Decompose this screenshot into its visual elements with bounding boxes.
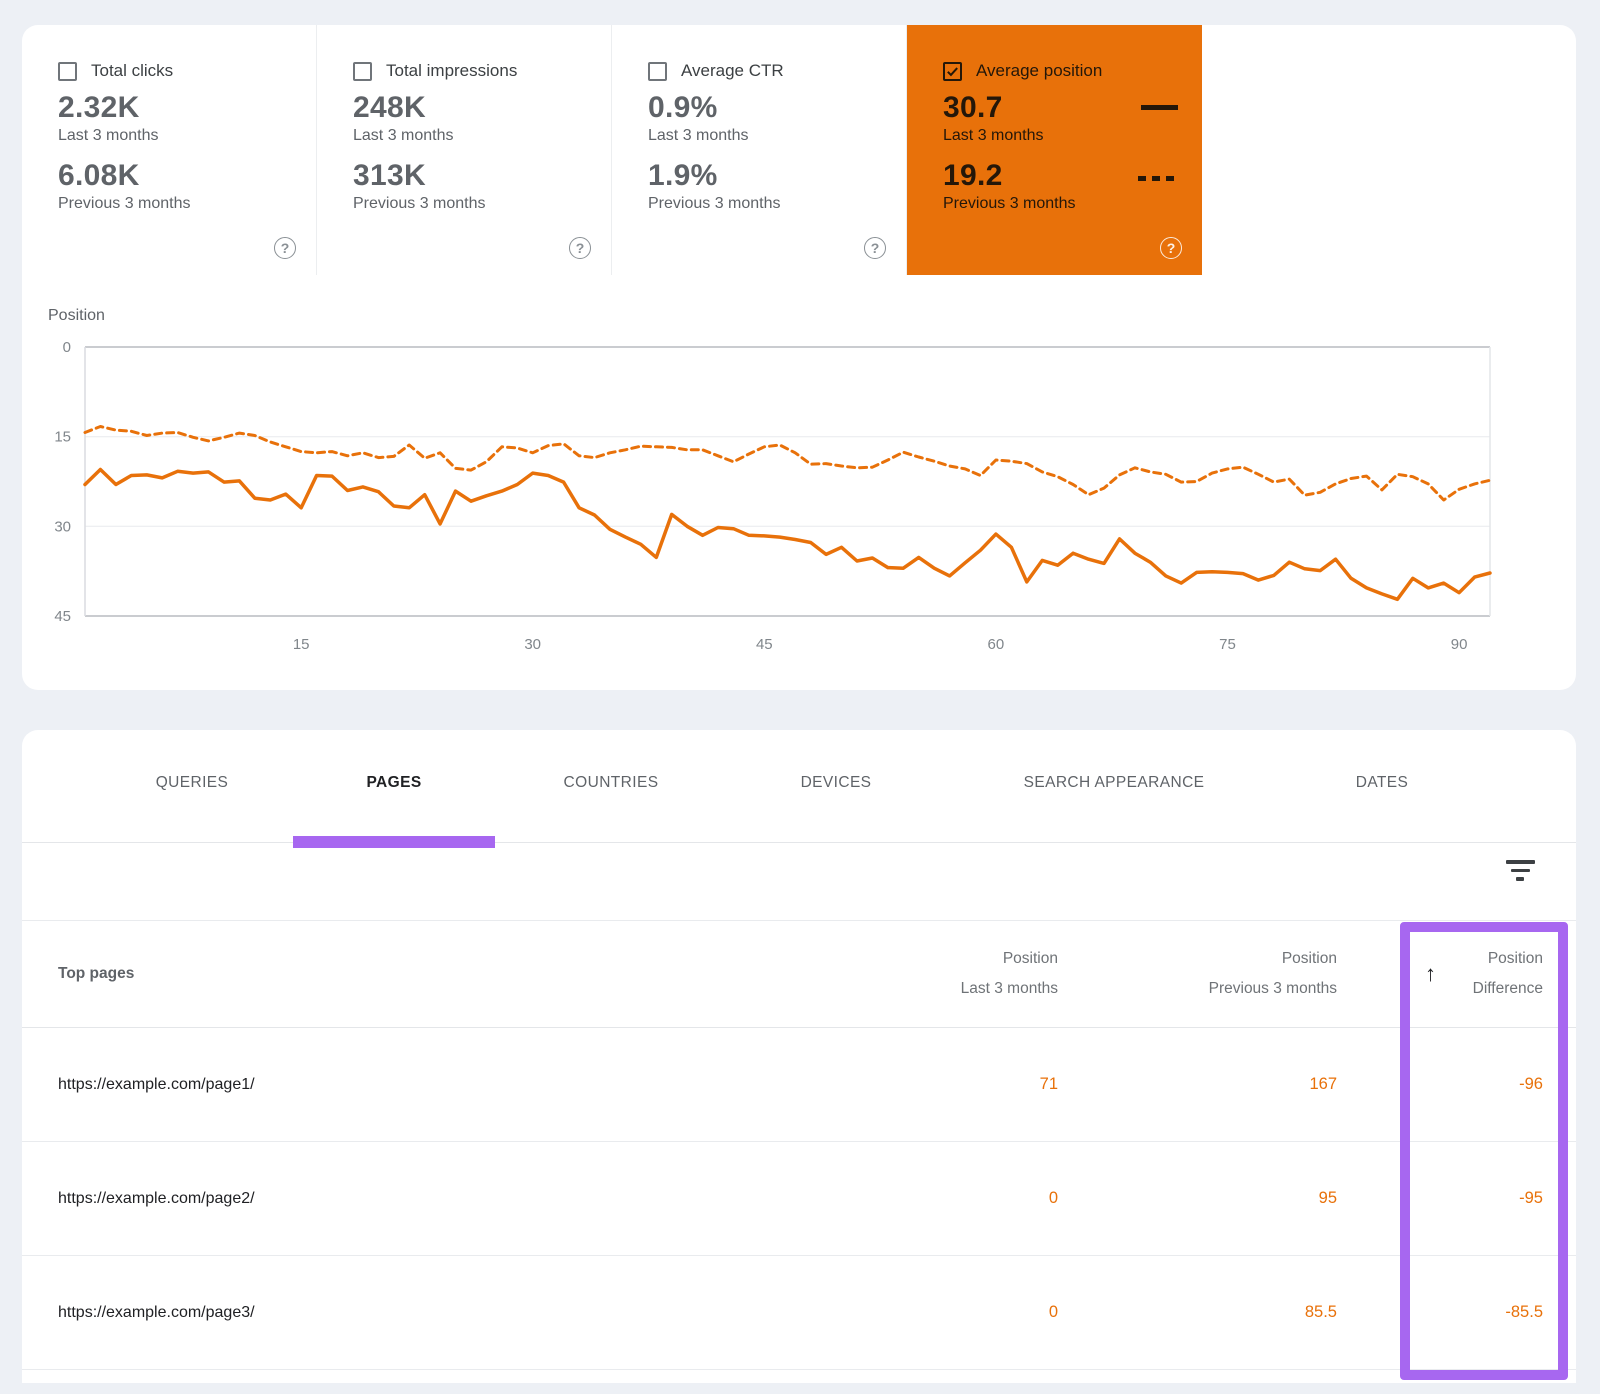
metric-checkbox-row: Total impressions bbox=[353, 61, 591, 81]
search-performance-page: { "colors": { "accent_orange": "#e8710a"… bbox=[0, 0, 1600, 1394]
svg-text:15: 15 bbox=[293, 636, 310, 653]
metric-value-previous: 313K bbox=[353, 159, 591, 193]
metric-checkbox-row: Average CTR bbox=[648, 61, 886, 81]
solid-line-legend-icon bbox=[1141, 105, 1178, 110]
tab-queries[interactable]: QUERIES bbox=[156, 774, 229, 792]
checkbox-unchecked-icon[interactable] bbox=[58, 62, 77, 81]
metric-caption-previous: Previous 3 months bbox=[943, 195, 1182, 213]
svg-text:30: 30 bbox=[54, 518, 71, 535]
position-last-value: 71 bbox=[768, 1075, 1058, 1094]
svg-text:90: 90 bbox=[1451, 636, 1468, 653]
position-previous-value: 95 bbox=[1058, 1189, 1337, 1208]
metric-caption-last: Last 3 months bbox=[58, 127, 296, 145]
metric-tiles-row: Total clicks 2.32K Last 3 months 6.08K P… bbox=[22, 25, 1576, 275]
column-header-position-previous[interactable]: Position Previous 3 months bbox=[1058, 944, 1337, 1004]
page-url[interactable]: https://example.com/page2/ bbox=[22, 1190, 768, 1208]
metric-label: Average CTR bbox=[681, 61, 784, 81]
help-icon[interactable]: ? bbox=[274, 237, 296, 259]
metric-value-last: 2.32K bbox=[58, 91, 296, 125]
svg-text:45: 45 bbox=[756, 636, 773, 653]
position-previous-value: 167 bbox=[1058, 1075, 1337, 1094]
position-previous-value: 85.5 bbox=[1058, 1303, 1337, 1322]
table-row[interactable]: https://example.com/page3/ 0 85.5 -85.5 bbox=[22, 1256, 1576, 1370]
tabs-divider bbox=[22, 842, 1576, 843]
metric-value-last: 248K bbox=[353, 91, 591, 125]
metric-tile-average-ctr[interactable]: Average CTR 0.9% Last 3 months 1.9% Prev… bbox=[612, 25, 907, 275]
column-header-position-last[interactable]: Position Last 3 months bbox=[768, 944, 1058, 1004]
position-difference-value: -85.5 bbox=[1337, 1303, 1543, 1322]
header-line2: Last 3 months bbox=[768, 974, 1058, 1004]
header-line2: Previous 3 months bbox=[1058, 974, 1337, 1004]
svg-text:75: 75 bbox=[1219, 636, 1236, 653]
table-header-row: Top pages Position Last 3 months Positio… bbox=[22, 920, 1576, 1028]
help-icon[interactable]: ? bbox=[569, 237, 591, 259]
metric-checkbox-row: Total clicks bbox=[58, 61, 296, 81]
header-line2: Difference bbox=[1337, 974, 1543, 1004]
metric-caption-previous: Previous 3 months bbox=[648, 195, 886, 213]
tab-search-appearance[interactable]: SEARCH APPEARANCE bbox=[1024, 774, 1205, 792]
header-line1: Position bbox=[1337, 944, 1543, 974]
position-last-value: 0 bbox=[768, 1189, 1058, 1208]
filter-icon[interactable] bbox=[1505, 860, 1535, 886]
tab-devices[interactable]: DEVICES bbox=[801, 774, 872, 792]
metric-value-previous: 6.08K bbox=[58, 159, 296, 193]
metric-tile-total-impressions[interactable]: Total impressions 248K Last 3 months 313… bbox=[317, 25, 612, 275]
tab-dates[interactable]: DATES bbox=[1356, 774, 1409, 792]
dimensions-table-card: QUERIES PAGES COUNTRIES DEVICES SEARCH A… bbox=[22, 730, 1576, 1383]
header-line1: Position bbox=[768, 944, 1058, 974]
metric-caption-last: Last 3 months bbox=[648, 127, 886, 145]
position-line-chart: 0 15 30 45 15 30 45 60 75 90 bbox=[22, 315, 1576, 665]
column-header-top-pages[interactable]: Top pages bbox=[22, 965, 768, 983]
metric-caption-last: Last 3 months bbox=[943, 127, 1182, 145]
header-line1: Position bbox=[1058, 944, 1337, 974]
page-url[interactable]: https://example.com/page1/ bbox=[22, 1076, 768, 1094]
position-difference-value: -96 bbox=[1337, 1075, 1543, 1094]
checkbox-checked-icon[interactable] bbox=[943, 62, 962, 81]
metric-value-last: 0.9% bbox=[648, 91, 886, 125]
help-icon[interactable]: ? bbox=[864, 237, 886, 259]
checkbox-unchecked-icon[interactable] bbox=[353, 62, 372, 81]
metric-caption-previous: Previous 3 months bbox=[58, 195, 296, 213]
column-header-position-difference[interactable]: ↑ Position Difference bbox=[1337, 944, 1543, 1004]
metric-checkbox-row: Average position bbox=[943, 61, 1182, 81]
table-row[interactable]: https://example.com/page1/ 71 167 -96 bbox=[22, 1028, 1576, 1142]
tab-countries[interactable]: COUNTRIES bbox=[564, 774, 659, 792]
page-url[interactable]: https://example.com/page3/ bbox=[22, 1304, 768, 1322]
svg-text:45: 45 bbox=[54, 608, 71, 625]
metric-label: Total clicks bbox=[91, 61, 173, 81]
checkbox-unchecked-icon[interactable] bbox=[648, 62, 667, 81]
performance-summary-card: Total clicks 2.32K Last 3 months 6.08K P… bbox=[22, 25, 1576, 690]
svg-text:60: 60 bbox=[988, 636, 1005, 653]
svg-text:15: 15 bbox=[54, 429, 71, 446]
svg-text:0: 0 bbox=[63, 339, 71, 356]
active-tab-highlight-bar bbox=[293, 836, 495, 848]
dashed-line-legend-icon bbox=[1138, 176, 1180, 181]
metric-label: Average position bbox=[976, 61, 1102, 81]
svg-text:30: 30 bbox=[524, 636, 541, 653]
metric-label: Total impressions bbox=[386, 61, 517, 81]
metric-caption-previous: Previous 3 months bbox=[353, 195, 591, 213]
sort-ascending-icon[interactable]: ↑ bbox=[1425, 963, 1436, 985]
metric-tile-total-clicks[interactable]: Total clicks 2.32K Last 3 months 6.08K P… bbox=[22, 25, 317, 275]
table-row[interactable]: https://example.com/page2/ 0 95 -95 bbox=[22, 1142, 1576, 1256]
tab-pages[interactable]: PAGES bbox=[366, 774, 421, 792]
metric-caption-last: Last 3 months bbox=[353, 127, 591, 145]
position-last-value: 0 bbox=[768, 1303, 1058, 1322]
metrics-empty-space bbox=[1202, 25, 1576, 275]
position-difference-value: -95 bbox=[1337, 1189, 1543, 1208]
metric-value-previous: 1.9% bbox=[648, 159, 886, 193]
help-icon[interactable]: ? bbox=[1160, 237, 1182, 259]
metric-tile-average-position[interactable]: Average position 30.7 Last 3 months 19.2… bbox=[907, 25, 1202, 275]
